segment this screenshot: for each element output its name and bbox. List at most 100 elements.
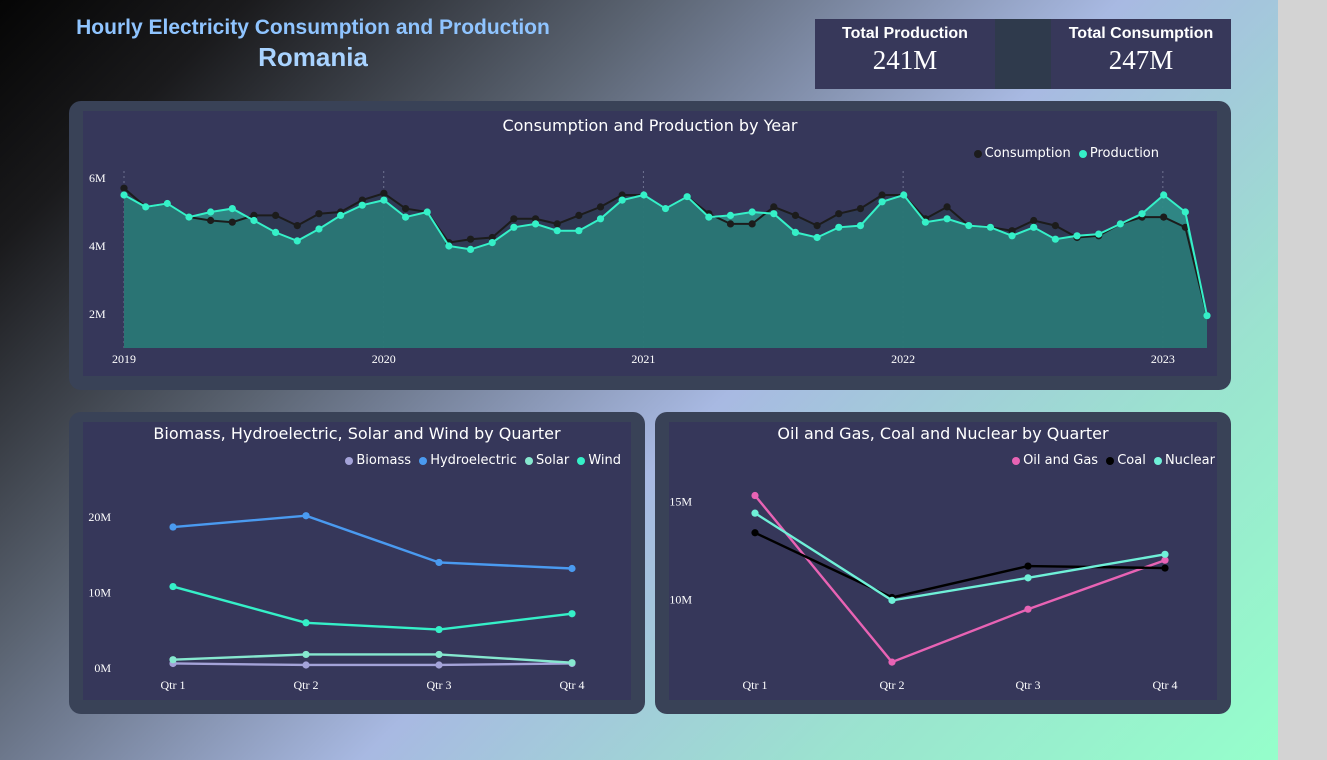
biomass-point (302, 661, 310, 669)
fossil-nuclear-chart-panel[interactable]: Oil and Gas, Coal and Nuclear by Quarter… (655, 412, 1231, 714)
x-tick-label: 2019 (112, 352, 136, 366)
production-point (185, 213, 193, 221)
consumption-point (1030, 216, 1038, 225)
production-point (856, 222, 865, 230)
production-point (423, 208, 431, 216)
yearly-area-chart[interactable]: 2M 4M 6M 2019 2020 2021 2022 2023 (69, 101, 1231, 390)
consumption-point (575, 211, 583, 219)
right-scroll-area (1278, 0, 1327, 760)
hydroelectric-point (435, 558, 443, 567)
production-point (337, 211, 345, 219)
x-tick-label: Qtr 4 (1153, 678, 1178, 692)
production-point (943, 215, 951, 223)
production-point (142, 203, 150, 211)
consumption-point (1160, 213, 1168, 221)
consumption-point (835, 210, 843, 218)
coal-point (1024, 562, 1032, 570)
hydroelectric-line (172, 514, 573, 570)
consumption-point (856, 205, 865, 213)
x-tick-label: Qtr 2 (880, 678, 905, 692)
production-point (531, 220, 540, 228)
nuclear-line (754, 512, 1166, 602)
report-title: Hourly Electricity Consumption and Produ… (58, 14, 568, 72)
production-point (900, 191, 908, 199)
production-point (207, 208, 215, 216)
consumption-point (207, 216, 215, 225)
consumption-point (726, 220, 735, 228)
report-title-line1: Hourly Electricity Consumption and Produ… (76, 16, 550, 39)
hydroelectric-point (568, 564, 576, 573)
oil_gas-point (1024, 605, 1032, 613)
nuclear-point (888, 596, 896, 604)
production-point (445, 242, 453, 250)
production-point (1203, 312, 1211, 320)
consumption-point (466, 235, 475, 243)
biomass-point (435, 661, 443, 669)
solar-line (172, 653, 573, 664)
production-point (250, 216, 258, 225)
wind-point (435, 625, 443, 634)
consumption-point (293, 222, 301, 230)
x-tick-label: Qtr 1 (743, 678, 768, 692)
consumption-point (748, 220, 756, 228)
hydroelectric-point (169, 523, 177, 531)
fossil-nuclear-line-chart[interactable]: 10M 15M Qtr 1 Qtr 2 Qtr 3 Qtr 4 (655, 412, 1231, 714)
production-point (1051, 235, 1059, 243)
production-point (748, 208, 756, 216)
renewables-line-chart[interactable]: 0M 10M 20M Qtr 1 Qtr 2 Qtr 3 Qtr 4 (69, 412, 645, 714)
production-point (640, 191, 648, 199)
consumption-point (813, 222, 821, 230)
yearly-chart-panel[interactable]: Consumption and Production by Year Consu… (69, 101, 1231, 390)
y-tick-label: 4M (89, 239, 106, 253)
biomass-line (172, 662, 573, 667)
x-tick-label: 2022 (891, 352, 915, 366)
kpi-total-consumption[interactable]: Total Consumption 247M (1051, 19, 1231, 89)
x-tick-label: 2023 (1151, 352, 1175, 366)
y-tick-label: 0M (94, 661, 111, 675)
nuclear-point (1024, 574, 1032, 582)
consumption-point (878, 191, 886, 199)
consumption-point (943, 203, 951, 211)
production-point (553, 227, 561, 235)
consumption-point (120, 184, 128, 192)
production-point (813, 233, 821, 242)
consumption-point (553, 220, 561, 228)
nuclear-point (751, 509, 759, 517)
report-title-country: Romania (258, 42, 368, 72)
production-point (1008, 232, 1016, 240)
x-tick-label: 2021 (631, 352, 655, 366)
hydroelectric-point (302, 512, 310, 520)
solar-point (169, 656, 177, 664)
consumption-point (791, 211, 800, 219)
y-tick-label: 10M (669, 592, 692, 606)
nuclear-point (1161, 550, 1169, 558)
production-point (878, 198, 886, 206)
x-tick-label: Qtr 4 (560, 678, 585, 692)
production-point (770, 210, 778, 218)
production-point (835, 223, 843, 231)
production-point (791, 228, 800, 236)
production-point (466, 245, 475, 253)
oil_gas-point (751, 491, 759, 500)
production-point (358, 201, 366, 209)
production-point (488, 239, 496, 247)
production-point (1095, 230, 1103, 238)
production-point (1030, 223, 1038, 231)
consumption-point (770, 203, 778, 211)
solar-point (568, 659, 576, 667)
renewables-chart-panel[interactable]: Biomass, Hydroelectric, Solar and Wind b… (69, 412, 645, 714)
production-point (315, 225, 323, 233)
production-point (228, 205, 236, 213)
consumption-point (1051, 222, 1059, 230)
production-point (986, 223, 995, 231)
x-tick-label: Qtr 1 (161, 678, 186, 692)
production-point (120, 191, 128, 199)
y-tick-label: 6M (89, 171, 106, 185)
oil_gas-point (888, 658, 896, 666)
production-point (705, 213, 713, 221)
solar-point (302, 650, 310, 659)
x-tick-label: Qtr 3 (427, 678, 452, 692)
solar-point (435, 650, 443, 659)
kpi-total-production[interactable]: Total Production 241M (815, 19, 995, 89)
production-point (510, 223, 518, 231)
